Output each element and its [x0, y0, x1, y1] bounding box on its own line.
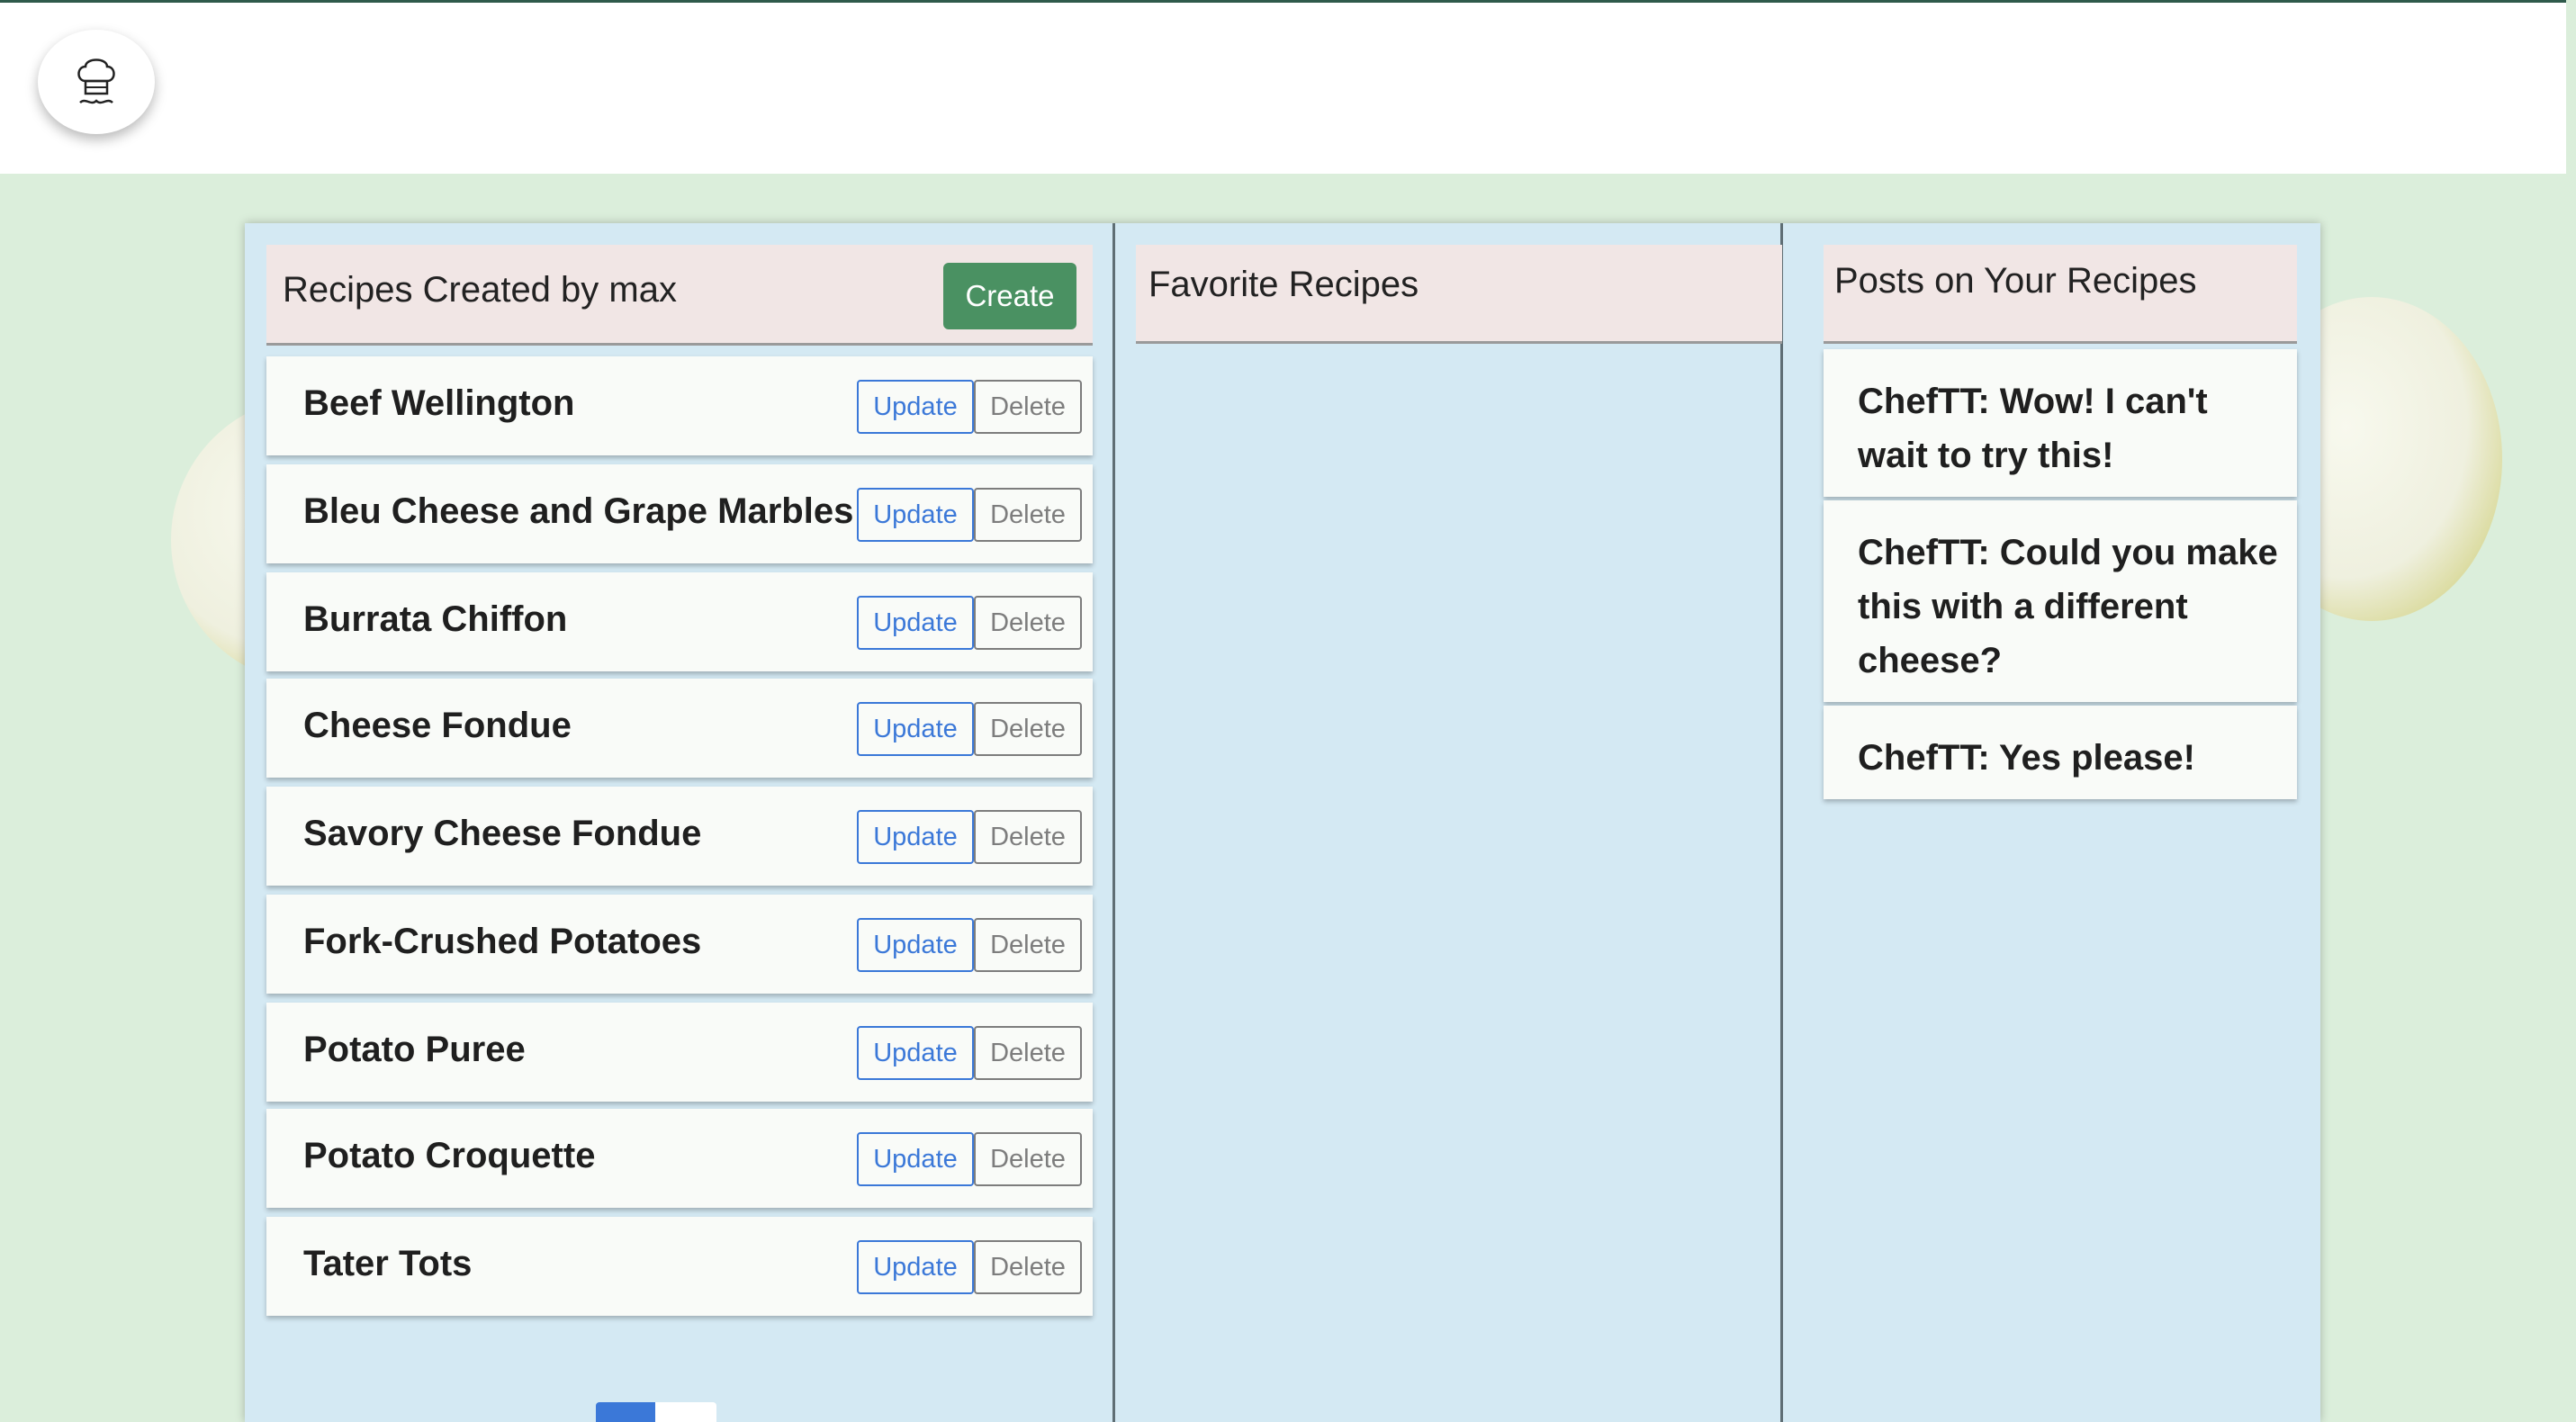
- update-recipe-button[interactable]: Update: [857, 810, 974, 864]
- my-recipes-header: Recipes Created by max Create: [266, 245, 1093, 346]
- update-recipe-button[interactable]: Update: [857, 918, 974, 972]
- post-text: ChefTT: Could you make this with a diffe…: [1858, 533, 2278, 680]
- update-recipe-button[interactable]: Update: [857, 1132, 974, 1186]
- top-navbar: [0, 0, 2566, 174]
- recipe-name[interactable]: Bleu Cheese and Grape Marbles: [303, 491, 853, 532]
- recipe-name[interactable]: Savory Cheese Fondue: [303, 814, 701, 854]
- update-recipe-button[interactable]: Update: [857, 1026, 974, 1080]
- recipe-list-item[interactable]: Savory Cheese Fondue Update Delete: [266, 787, 1093, 886]
- update-recipe-button[interactable]: Update: [857, 1240, 974, 1294]
- post-list-item[interactable]: ChefTT: Yes please!: [1824, 706, 2297, 799]
- recipe-name[interactable]: Fork-Crushed Potatoes: [303, 922, 701, 962]
- delete-recipe-button[interactable]: Delete: [974, 1026, 1082, 1080]
- posts-title: Posts on Your Recipes: [1834, 261, 2197, 301]
- delete-recipe-button[interactable]: Delete: [974, 702, 1082, 756]
- favorite-recipes-title: Favorite Recipes: [1148, 265, 1419, 304]
- delete-recipe-button[interactable]: Delete: [974, 918, 1082, 972]
- post-text: ChefTT: Wow! I can't wait to try this!: [1858, 382, 2208, 475]
- recipe-name[interactable]: Cheese Fondue: [303, 706, 572, 746]
- delete-recipe-button[interactable]: Delete: [974, 380, 1082, 434]
- create-recipe-button[interactable]: Create: [943, 263, 1076, 329]
- recipe-list-item[interactable]: Bleu Cheese and Grape Marbles Update Delet…: [266, 464, 1093, 563]
- chef-hat-icon[interactable]: [38, 30, 155, 134]
- delete-recipe-button[interactable]: Delete: [974, 1240, 1082, 1294]
- posts-header: Posts on Your Recipes: [1824, 245, 2297, 344]
- recipe-name[interactable]: Burrata Chiffon: [303, 599, 567, 640]
- delete-recipe-button[interactable]: Delete: [974, 810, 1082, 864]
- post-list-item[interactable]: ChefTT: Could you make this with a diffe…: [1824, 500, 2297, 702]
- update-recipe-button[interactable]: Update: [857, 380, 974, 434]
- recipe-list-item[interactable]: Burrata Chiffon Update Delete: [266, 572, 1093, 671]
- recipe-name[interactable]: Tater Tots: [303, 1244, 472, 1284]
- favorite-recipes-header: Favorite Recipes: [1136, 245, 1782, 344]
- post-text: ChefTT: Yes please!: [1858, 738, 2195, 778]
- delete-recipe-button[interactable]: Delete: [974, 488, 1082, 542]
- recipe-list-item[interactable]: Fork-Crushed Potatoes Update Delete: [266, 895, 1093, 994]
- update-recipe-button[interactable]: Update: [857, 702, 974, 756]
- recipe-list-item[interactable]: Cheese Fondue Update Delete: [266, 679, 1093, 778]
- pagination-page-2[interactable]: [655, 1402, 716, 1422]
- column-divider: [1112, 223, 1115, 1422]
- recipe-list-item[interactable]: Potato Croquette Update Delete: [266, 1109, 1093, 1208]
- my-recipes-title: Recipes Created by max: [283, 270, 677, 310]
- delete-recipe-button[interactable]: Delete: [974, 596, 1082, 650]
- column-divider: [1780, 223, 1783, 1422]
- post-list-item[interactable]: ChefTT: Wow! I can't wait to try this!: [1824, 349, 2297, 497]
- pagination: [596, 1402, 716, 1422]
- update-recipe-button[interactable]: Update: [857, 488, 974, 542]
- recipe-name[interactable]: Potato Puree: [303, 1030, 526, 1070]
- delete-recipe-button[interactable]: Delete: [974, 1132, 1082, 1186]
- dashboard-panel: Recipes Created by max Create Beef Welli…: [245, 223, 2320, 1422]
- recipe-list-item[interactable]: Potato Puree Update Delete: [266, 1003, 1093, 1102]
- recipe-list-item[interactable]: Tater Tots Update Delete: [266, 1217, 1093, 1316]
- recipe-list-item[interactable]: Beef Wellington Update Delete: [266, 356, 1093, 455]
- pagination-page-1[interactable]: [596, 1402, 655, 1422]
- recipe-name[interactable]: Beef Wellington: [303, 383, 574, 424]
- recipe-name[interactable]: Potato Croquette: [303, 1136, 595, 1176]
- update-recipe-button[interactable]: Update: [857, 596, 974, 650]
